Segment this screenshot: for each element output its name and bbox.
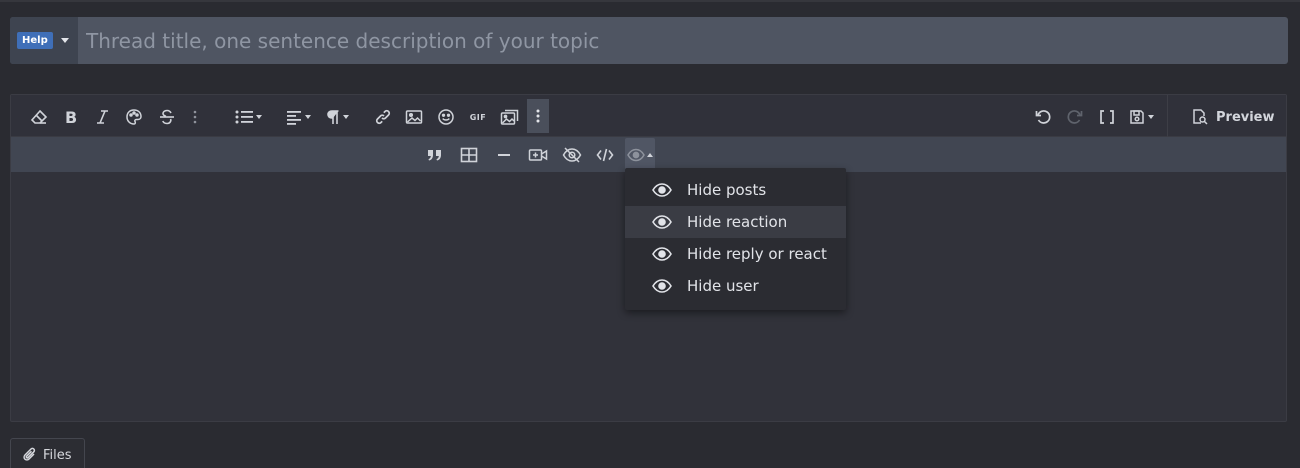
eye-icon [652,215,672,229]
more-text-options-button[interactable] [187,102,203,132]
spoiler-button[interactable] [559,140,585,170]
chevron-up-icon [647,152,653,157]
quote-icon [428,150,441,161]
text-color-button[interactable] [122,102,146,132]
menu-item-label: Hide reaction [687,213,788,231]
bbcode-toggle-button[interactable] [1095,102,1119,132]
bold-icon: B [65,108,77,126]
list-button[interactable] [231,102,265,132]
insert-image-button[interactable] [402,102,426,132]
bullet-list-icon [235,110,253,124]
menu-item-label: Hide user [687,277,759,295]
menu-item-label: Hide posts [687,181,767,199]
align-button[interactable] [282,102,314,132]
prefix-badge: Help [17,32,53,49]
insert-gif-button[interactable]: GIF [466,102,490,132]
remove-format-button[interactable] [27,102,51,132]
thread-title-row: Help [10,17,1288,64]
prefix-selector[interactable]: Help [10,17,78,64]
vertical-dots-icon [193,110,197,124]
paragraph-format-button[interactable] [322,102,352,132]
vertical-dots-icon [536,109,540,123]
more-options-toggle[interactable] [527,99,549,133]
eye-off-icon [562,147,582,163]
thread-title-input[interactable] [78,17,1288,64]
strikethrough-button[interactable] [155,102,179,132]
redo-icon [1067,110,1083,124]
gallery-icon [500,109,519,125]
menu-item-hide-posts[interactable]: Hide posts [625,174,846,206]
eye-icon [652,279,672,293]
code-icon [596,148,614,162]
drafts-button[interactable] [1125,102,1157,132]
redo-button[interactable] [1063,102,1087,132]
chevron-down-icon [60,38,69,43]
toolbar-divider [1167,95,1168,137]
italic-icon [97,110,108,124]
insert-table-button[interactable] [457,140,481,170]
eye-icon [652,183,672,197]
strikethrough-icon [160,109,174,125]
horizontal-line-button[interactable] [492,140,516,170]
preview-button[interactable]: Preview [1191,105,1275,129]
top-border [0,0,1300,2]
menu-item-hide-reaction[interactable]: Hide reaction [625,206,846,238]
smiley-icon [438,109,454,125]
menu-item-hide-reply-or-react[interactable]: Hide reply or react [625,238,846,270]
align-left-icon [286,111,301,125]
menu-item-label: Hide reply or react [687,245,827,263]
attach-files-button[interactable]: Files [10,438,85,468]
gif-icon: GIF [469,112,487,122]
quote-button[interactable] [423,140,447,170]
files-label: Files [43,447,72,463]
undo-icon [1035,110,1051,124]
media-gallery-button[interactable] [497,102,523,132]
paperclip-icon [23,447,36,461]
undo-button[interactable] [1031,102,1055,132]
editor-toolbar-primary: B GIF Preview [11,95,1286,137]
eye-icon [627,148,645,161]
horizontal-rule-icon [498,154,510,156]
svg-text:B: B [65,108,77,126]
video-icon [528,149,548,161]
menu-item-hide-user[interactable]: Hide user [625,270,846,302]
eye-icon [652,247,672,261]
image-icon [405,110,423,124]
italic-button[interactable] [90,102,114,132]
insert-emoji-button[interactable] [434,102,458,132]
insert-code-button[interactable] [593,140,617,170]
save-icon [1129,110,1144,124]
insert-link-button[interactable] [371,102,395,132]
pilcrow-icon [326,110,338,124]
palette-icon [126,109,142,125]
insert-media-button[interactable] [526,140,550,170]
link-icon [375,109,391,125]
preview-label: Preview [1216,109,1275,125]
brackets-icon [1100,110,1114,124]
editor-toolbar-secondary [11,137,1286,172]
hide-options-menu: Hide posts Hide reaction Hide reply or r… [625,168,846,310]
preview-document-icon [1193,109,1208,125]
hide-content-toggle[interactable] [625,138,655,171]
bold-button[interactable]: B [59,102,83,132]
table-icon [460,147,478,163]
eraser-icon [30,109,48,124]
